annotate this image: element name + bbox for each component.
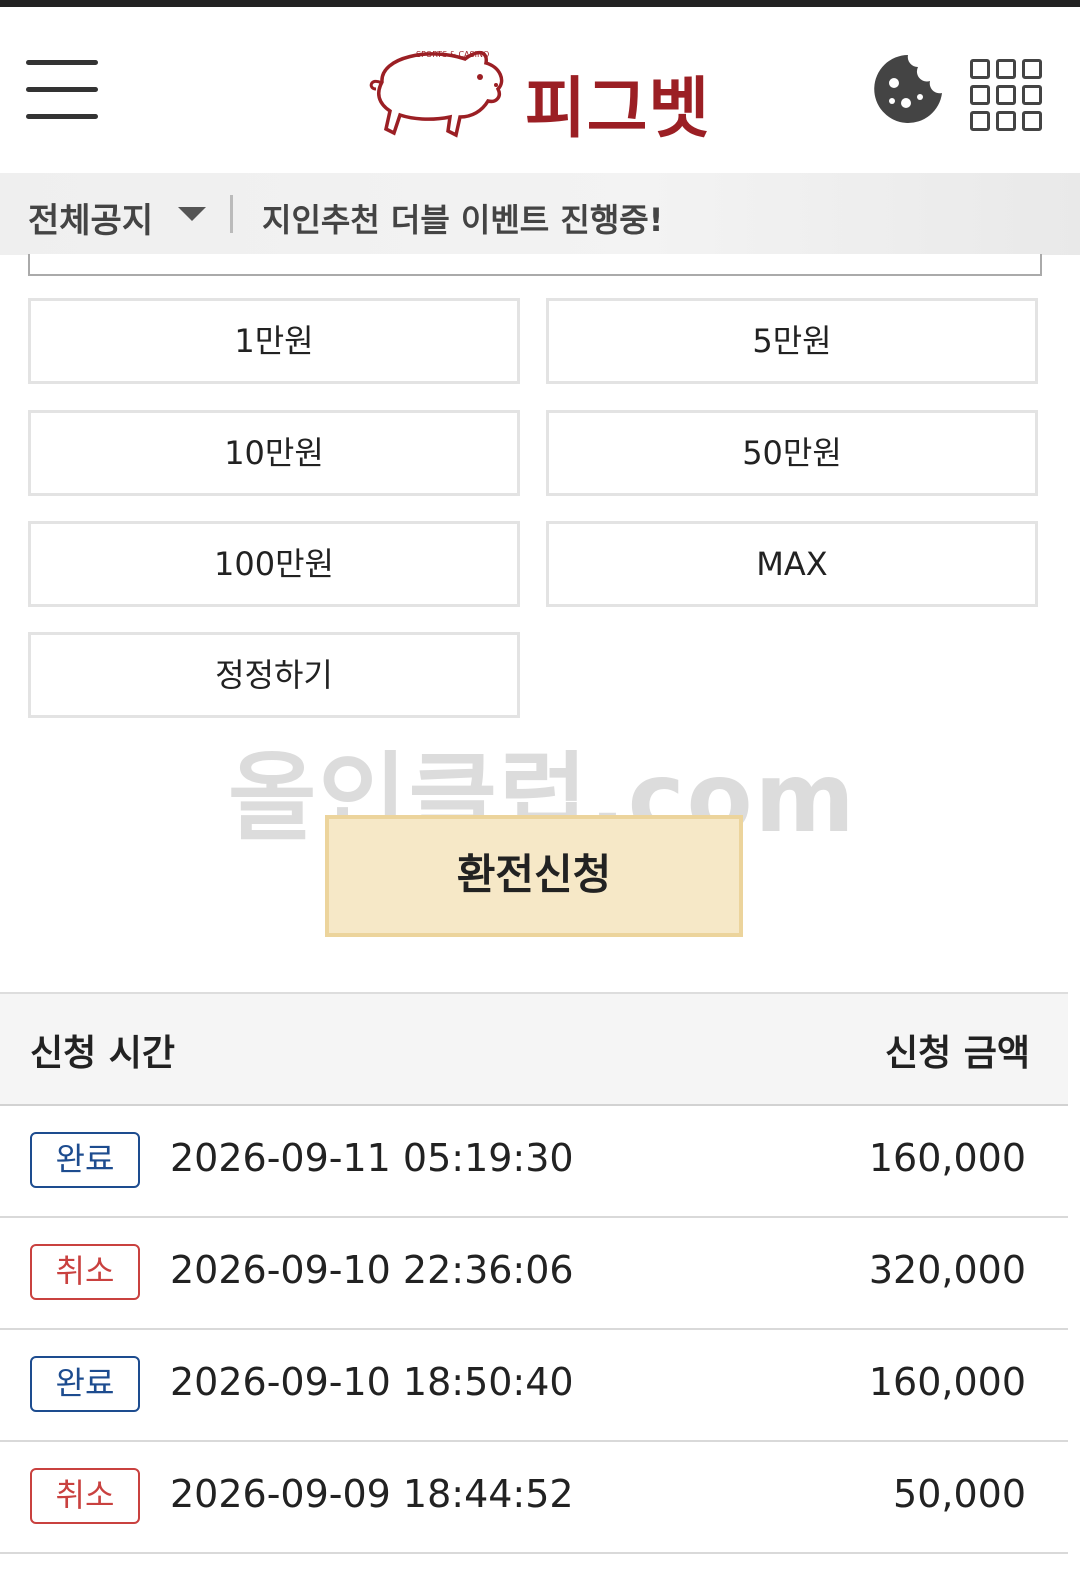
site-header: SPORTS & CASINO 피그벳: [0, 7, 1080, 173]
amount-button-50k[interactable]: 5만원: [546, 298, 1038, 384]
table-row: 취소 2026-09-09 18:44:52 50,000: [0, 1442, 1068, 1554]
request-time: 2026-09-10 22:36:06: [170, 1248, 574, 1292]
chevron-down-icon[interactable]: [178, 207, 206, 221]
request-time: 2026-09-10 18:50:40: [170, 1360, 574, 1404]
brand-name: 피그벳: [525, 70, 711, 147]
apps-grid-icon[interactable]: [970, 59, 1042, 131]
status-badge: 완료: [30, 1132, 140, 1188]
site-logo[interactable]: SPORTS & CASINO 피그벳: [360, 37, 720, 147]
pig-logo-icon: SPORTS & CASINO: [369, 50, 504, 138]
request-time: 2026-09-11 05:19:30: [170, 1136, 574, 1180]
brand-tagline: SPORTS & CASINO: [416, 50, 489, 59]
status-badge: 완료: [30, 1356, 140, 1412]
request-amount: 160,000: [868, 1136, 1026, 1180]
top-border: [0, 0, 1080, 7]
status-badge: 취소: [30, 1468, 140, 1524]
exchange-request-button[interactable]: 환전신청: [325, 815, 743, 937]
table-header: 신청 시간 신청 금액: [0, 994, 1068, 1106]
divider: [230, 195, 233, 233]
notice-text[interactable]: 지인추천 더블 이벤트 진행중!: [262, 195, 663, 241]
table-row: 취소 2026-09-10 22:36:06 320,000: [0, 1218, 1068, 1330]
reset-button[interactable]: 정정하기: [28, 632, 520, 718]
request-amount: 320,000: [868, 1248, 1026, 1292]
request-history-table: 신청 시간 신청 금액 완료 2026-09-11 05:19:30 160,0…: [0, 992, 1068, 1554]
column-header-amount: 신청 금액: [884, 1033, 1030, 1074]
amount-input-field[interactable]: [28, 254, 1042, 276]
cookie-icon[interactable]: [872, 53, 944, 125]
request-amount: 160,000: [868, 1360, 1026, 1404]
table-row: 완료 2026-09-10 18:50:40 160,000: [0, 1330, 1068, 1442]
request-time: 2026-09-09 18:44:52: [170, 1472, 574, 1516]
amount-button-500k[interactable]: 50만원: [546, 410, 1038, 496]
amount-button-10k[interactable]: 1만원: [28, 298, 520, 384]
notice-bar: 전체공지 지인추천 더블 이벤트 진행중!: [0, 173, 1080, 255]
column-header-time: 신청 시간: [30, 1033, 176, 1074]
notice-category-label[interactable]: 전체공지: [28, 193, 153, 242]
amount-button-1m[interactable]: 100만원: [28, 521, 520, 607]
amount-button-max[interactable]: MAX: [546, 521, 1038, 607]
hamburger-menu-icon[interactable]: [26, 57, 100, 121]
table-row: 완료 2026-09-11 05:19:30 160,000: [0, 1106, 1068, 1218]
request-amount: 50,000: [893, 1472, 1026, 1516]
status-badge: 취소: [30, 1244, 140, 1300]
amount-button-100k[interactable]: 10만원: [28, 410, 520, 496]
